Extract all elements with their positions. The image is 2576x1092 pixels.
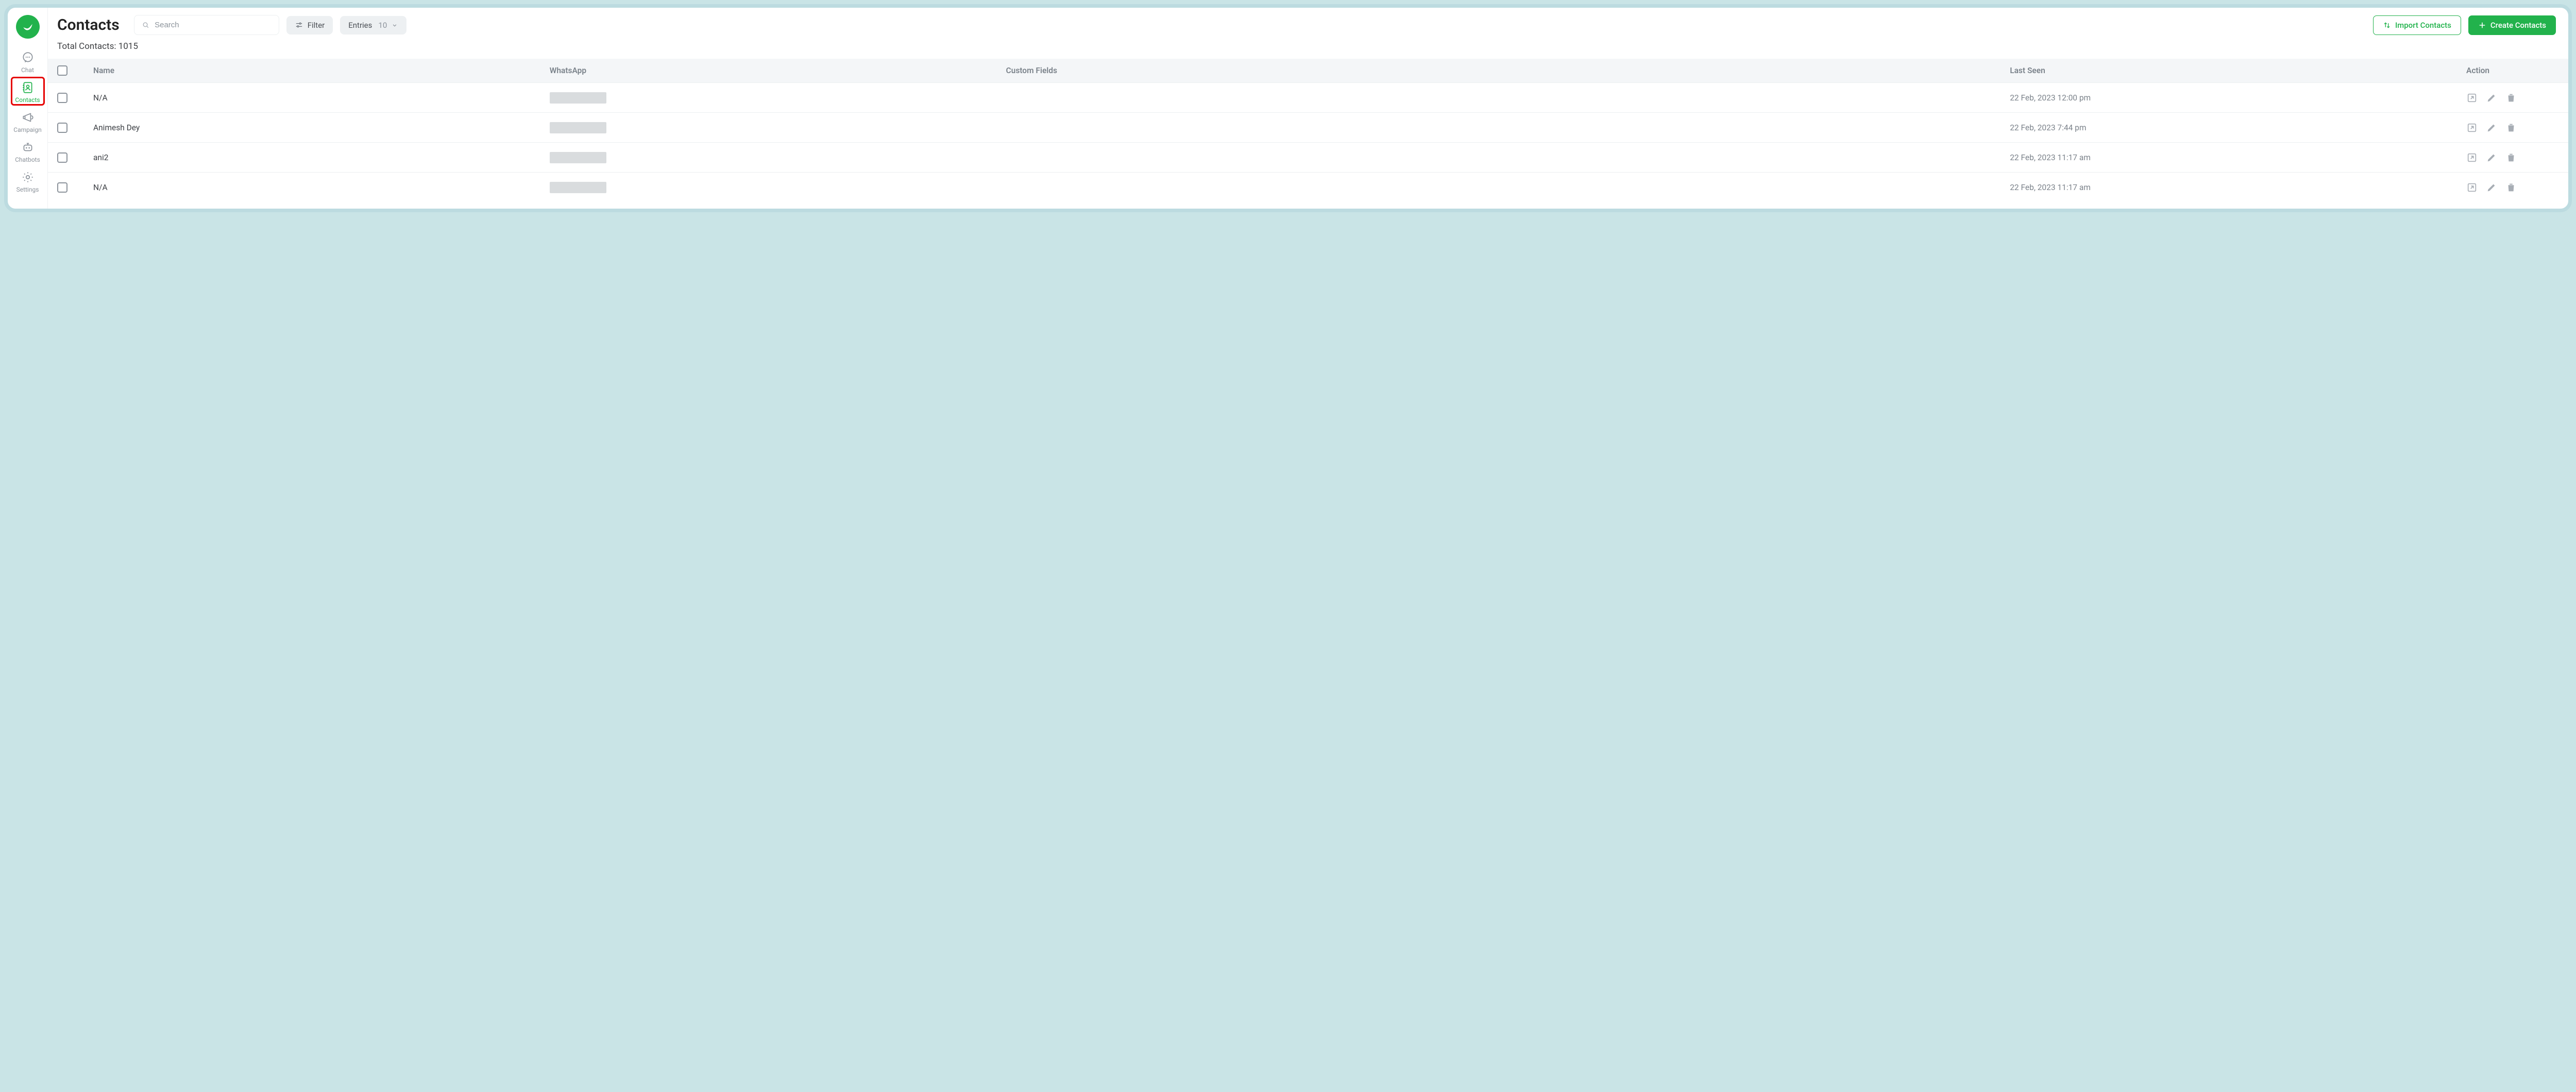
col-last-seen: Last Seen bbox=[2010, 66, 2466, 75]
sidebar: Chat Contacts Campaign Chatbots Settings bbox=[8, 8, 48, 209]
cell-actions bbox=[2466, 182, 2559, 193]
sidebar-item-label: Chatbots bbox=[15, 156, 40, 163]
cell-last-seen: 22 Feb, 2023 11:17 am bbox=[2010, 153, 2466, 162]
edit-icon[interactable] bbox=[2486, 152, 2497, 163]
redacted-number bbox=[550, 92, 606, 104]
app-frame: Chat Contacts Campaign Chatbots Settings… bbox=[4, 4, 2572, 212]
sidebar-item-chat[interactable]: Chat bbox=[12, 48, 44, 75]
swap-vertical-icon bbox=[2383, 21, 2391, 29]
total-contacts-line: Total Contacts: 1015 bbox=[48, 39, 2568, 59]
row-checkbox[interactable] bbox=[57, 123, 67, 133]
total-label: Total Contacts: bbox=[57, 41, 116, 52]
edit-icon[interactable] bbox=[2486, 92, 2497, 104]
sidebar-item-label: Campaign bbox=[13, 126, 41, 133]
cell-name: N/A bbox=[93, 93, 550, 103]
col-custom-fields: Custom Fields bbox=[1006, 66, 2010, 75]
delete-icon[interactable] bbox=[2505, 182, 2517, 193]
page-title: Contacts bbox=[57, 16, 120, 34]
row-checkbox[interactable] bbox=[57, 182, 67, 193]
edit-icon[interactable] bbox=[2486, 182, 2497, 193]
import-contacts-button[interactable]: Import Contacts bbox=[2373, 15, 2461, 35]
search-icon bbox=[142, 21, 149, 29]
table-row: N/A 22 Feb, 2023 12:00 pm bbox=[48, 82, 2568, 112]
cell-whatsapp bbox=[550, 92, 1006, 104]
top-bar: Contacts Filter Entries 10 Import Contac… bbox=[48, 8, 2568, 39]
cell-actions bbox=[2466, 122, 2559, 133]
open-icon[interactable] bbox=[2466, 152, 2478, 163]
table-row: ani2 22 Feb, 2023 11:17 am bbox=[48, 142, 2568, 172]
delete-icon[interactable] bbox=[2505, 92, 2517, 104]
sidebar-item-contacts[interactable]: Contacts bbox=[12, 78, 44, 105]
cell-name: ani2 bbox=[93, 153, 550, 162]
search-input-wrapper[interactable] bbox=[134, 15, 279, 35]
redacted-number bbox=[550, 152, 606, 163]
cell-last-seen: 22 Feb, 2023 7:44 pm bbox=[2010, 123, 2466, 132]
create-contacts-button[interactable]: Create Contacts bbox=[2468, 15, 2556, 35]
select-all-checkbox[interactable] bbox=[57, 65, 67, 76]
sliders-icon bbox=[295, 21, 303, 29]
open-icon[interactable] bbox=[2466, 122, 2478, 133]
row-checkbox[interactable] bbox=[57, 152, 67, 163]
robot-icon bbox=[21, 141, 35, 154]
chevron-down-icon bbox=[391, 22, 398, 29]
edit-icon[interactable] bbox=[2486, 122, 2497, 133]
sidebar-item-label: Contacts bbox=[15, 96, 40, 104]
cell-whatsapp bbox=[550, 122, 1006, 133]
check-swoosh-icon bbox=[21, 20, 35, 33]
sidebar-item-label: Settings bbox=[16, 186, 39, 193]
sidebar-item-campaign[interactable]: Campaign bbox=[12, 108, 44, 134]
cell-last-seen: 22 Feb, 2023 11:17 am bbox=[2010, 183, 2466, 192]
plus-icon bbox=[2478, 21, 2486, 29]
main-content: Contacts Filter Entries 10 Import Contac… bbox=[48, 8, 2568, 209]
filter-button[interactable]: Filter bbox=[286, 16, 333, 35]
contacts-icon bbox=[21, 81, 35, 94]
open-icon[interactable] bbox=[2466, 182, 2478, 193]
import-label: Import Contacts bbox=[2395, 21, 2451, 30]
entries-dropdown[interactable]: Entries 10 bbox=[340, 16, 406, 35]
delete-icon[interactable] bbox=[2505, 152, 2517, 163]
row-checkbox[interactable] bbox=[57, 93, 67, 103]
table-header: Name WhatsApp Custom Fields Last Seen Ac… bbox=[48, 59, 2568, 82]
cell-actions bbox=[2466, 152, 2559, 163]
redacted-number bbox=[550, 182, 606, 193]
entries-value: 10 bbox=[378, 21, 387, 30]
contacts-table: Name WhatsApp Custom Fields Last Seen Ac… bbox=[48, 59, 2568, 202]
col-action: Action bbox=[2466, 66, 2559, 75]
sidebar-item-label: Chat bbox=[21, 66, 34, 74]
search-input[interactable] bbox=[154, 20, 272, 30]
cell-name: N/A bbox=[93, 183, 550, 192]
open-icon[interactable] bbox=[2466, 92, 2478, 104]
chat-icon bbox=[21, 51, 35, 64]
cell-whatsapp bbox=[550, 152, 1006, 163]
total-value: 1015 bbox=[118, 41, 138, 52]
create-label: Create Contacts bbox=[2490, 21, 2546, 30]
gear-icon bbox=[21, 170, 35, 184]
sidebar-item-settings[interactable]: Settings bbox=[12, 167, 44, 194]
filter-label: Filter bbox=[308, 21, 325, 30]
megaphone-icon bbox=[21, 111, 35, 124]
cell-name: Animesh Dey bbox=[93, 123, 550, 132]
redacted-number bbox=[550, 122, 606, 133]
sidebar-item-chatbots[interactable]: Chatbots bbox=[12, 138, 44, 164]
delete-icon[interactable] bbox=[2505, 122, 2517, 133]
app-logo bbox=[16, 15, 40, 39]
cell-actions bbox=[2466, 92, 2559, 104]
cell-last-seen: 22 Feb, 2023 12:00 pm bbox=[2010, 93, 2466, 103]
col-name: Name bbox=[93, 66, 550, 75]
cell-whatsapp bbox=[550, 182, 1006, 193]
entries-label: Entries bbox=[348, 21, 372, 30]
col-whatsapp: WhatsApp bbox=[550, 66, 1006, 75]
table-row: Animesh Dey 22 Feb, 2023 7:44 pm bbox=[48, 112, 2568, 142]
table-row: N/A 22 Feb, 2023 11:17 am bbox=[48, 172, 2568, 202]
